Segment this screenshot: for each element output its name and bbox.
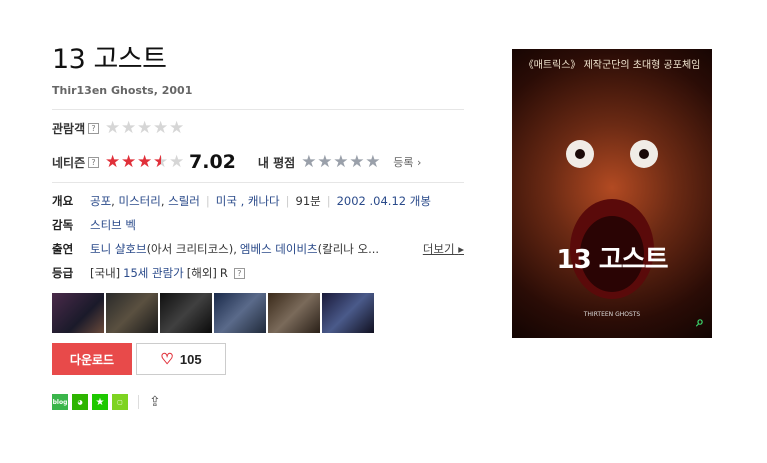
chevron-right-icon: ▸ [458,242,464,256]
star-icon[interactable]: ★ [365,153,381,171]
poster-art [566,140,658,299]
cast-link[interactable]: 엠베스 데이비츠 [240,241,318,257]
star-icon: ★ [169,117,185,138]
cast-role: (칼리나 오... [317,242,380,256]
still-thumbnail[interactable] [214,293,266,333]
separator: | [326,194,331,208]
star-icon: ★ [105,151,121,172]
star-icon: ★ [105,117,121,138]
action-buttons: 다운로드 ♡ 105 [52,343,464,375]
like-button[interactable]: ♡ 105 [136,343,226,375]
star-icon[interactable]: ★ [301,153,317,171]
still-thumbnail[interactable] [106,293,158,333]
grade-label: 등급 [52,266,74,280]
grade-foreign: R [219,266,228,280]
like-count: 105 [179,351,202,367]
more-label: 더보기 [422,242,455,256]
star-icon: ★ [121,151,137,172]
cafe-share-icon[interactable]: ◕ [72,394,88,410]
divider [138,395,139,409]
still-thumbnails [52,293,464,333]
netizen-rating-row: 네티즌 ? ★ ★ ★ ★ ★ 7.02 내 평점 ★ ★ ★ ★ ★ 등록 › [52,151,464,173]
still-thumbnail[interactable] [322,293,374,333]
my-rating-label: 내 평점 [257,155,296,170]
genre-link[interactable]: 스릴러 [168,193,200,209]
star-icon[interactable]: ★ [333,153,349,171]
still-thumbnail[interactable] [52,293,104,333]
star-icon[interactable]: ★ [317,153,333,171]
separator: | [205,194,210,208]
netizen-score: 7.02 [189,151,236,173]
help-icon[interactable]: ? [88,156,99,168]
my-rating-stars[interactable]: ★ ★ ★ ★ ★ [301,153,381,171]
cast-label: 출연 [52,242,74,256]
movie-info-panel: 13 고스트 Thir13en Ghosts, 2001 관람객 ? ★ ★ ★… [52,44,464,410]
star-icon: ★ [153,117,169,138]
netizen-label: 네티즌 [52,155,86,170]
netizen-stars: ★ ★ ★ ★ ★ [105,151,185,172]
audience-stars: ★ ★ ★ ★ ★ [105,117,185,138]
still-thumbnail[interactable] [160,293,212,333]
share-icon[interactable]: ⇪ [149,394,161,410]
cast-link[interactable]: 토니 샬호브 [90,241,147,257]
movie-title: 13 고스트 [52,44,167,75]
download-button[interactable]: 다운로드 [52,343,132,375]
share-bar: blog ◕ ★ ▢ ⇪ [52,394,464,410]
runtime: 91분 [295,194,321,208]
director-link[interactable]: 스티브 벡 [90,217,136,233]
register-rating-link[interactable]: 등록 › [393,154,421,170]
star-icon: ★ [137,117,153,138]
overview-row: 개요 공포, 미스터리, 스릴러 | 미국 , 캐나다 | 91분 | 2002… [52,193,431,209]
zoom-icon[interactable]: ⌕ [696,314,704,330]
grade-foreign-prefix: [해외] [186,266,217,280]
grade-domestic-prefix: [국내] [90,266,121,280]
cast-role: (아서 크리티코스), [146,242,237,256]
star-icon[interactable]: ★ [349,153,365,171]
help-icon[interactable]: ? [233,267,245,279]
blog-share-icon[interactable]: blog [52,394,68,410]
cast-row: 출연 토니 샬호브 (아서 크리티코스), 엠베스 데이비츠 (칼리나 오...… [52,237,464,261]
genre-link[interactable]: 공포 [90,193,111,209]
release-date-link[interactable]: 2002 .04.12 개봉 [337,193,431,209]
director-label: 감독 [52,218,74,232]
audience-label: 관람객 [52,121,86,136]
register-label: 등록 [393,156,414,169]
grade-row: 등급 [국내] 15세 관람가 [해외] R ? [52,261,464,285]
genre-link[interactable]: 미스터리 [118,193,160,209]
star-icon: ★ [137,151,153,172]
heart-icon: ♡ [160,351,174,368]
overview-label: 개요 [52,194,74,208]
movie-subtitle: Thir13en Ghosts, 2001 [52,84,193,97]
grade-domestic-link[interactable]: 15세 관람가 [123,265,184,281]
divider [52,182,464,183]
poster-subtitle: THIRTEEN GHOSTS [583,311,641,318]
star-icon: ★ [169,151,185,172]
band-share-icon[interactable]: ▢ [112,394,128,410]
more-cast-link[interactable]: 더보기 ▸ [423,241,464,257]
country-link[interactable]: 미국 , 캐나다 [216,193,280,209]
still-thumbnail[interactable] [268,293,320,333]
director-row: 감독 스티브 벡 [52,213,464,237]
audience-rating-row: 관람객 ? ★ ★ ★ ★ ★ [52,118,464,138]
star-half-icon: ★ [153,151,169,172]
help-icon[interactable]: ? [88,122,99,134]
poster-title: 13 고스트 [556,245,669,275]
star-icon: ★ [121,117,137,138]
separator: | [285,194,290,208]
movie-poster[interactable]: 《매트릭스》 제작군단의 초대형 공포체임 13 고스트 THIRTEEN GH… [512,49,712,338]
divider [52,109,464,110]
chevron-right-icon: › [416,156,422,169]
bookmark-share-icon[interactable]: ★ [92,394,108,410]
